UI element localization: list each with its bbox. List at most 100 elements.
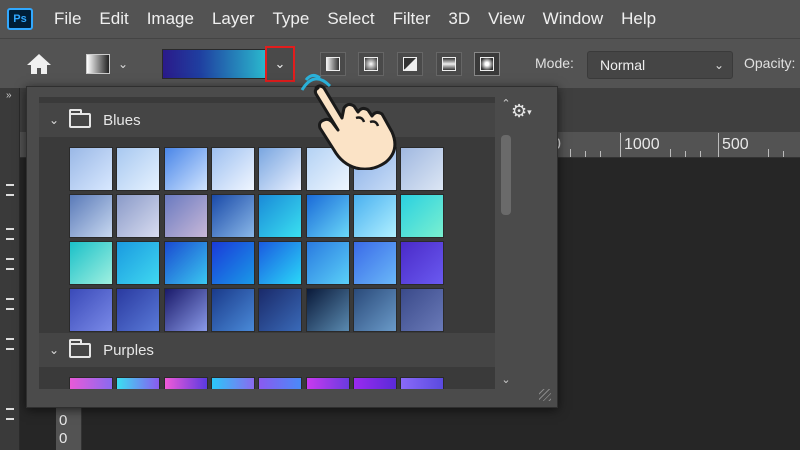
folder-icon xyxy=(69,338,92,358)
app-logo: Ps xyxy=(7,8,33,30)
chevron-down-icon: ⌄ xyxy=(713,58,724,72)
gradient-swatch[interactable] xyxy=(352,377,397,389)
gear-icon[interactable]: ⚙▾ xyxy=(511,101,539,121)
gradient-swatch[interactable] xyxy=(210,194,255,238)
gradient-swatch[interactable] xyxy=(69,194,113,238)
gradient-swatch[interactable] xyxy=(210,377,255,389)
ruler-label: 0 xyxy=(59,412,68,429)
gradient-swatch[interactable] xyxy=(400,288,445,332)
ruler-tick xyxy=(685,151,686,157)
chevron-down-icon[interactable]: ⌄ xyxy=(49,343,59,357)
gradient-picker-dropdown-button[interactable]: ⌄ xyxy=(265,46,295,82)
tool-preset-picker[interactable]: ⌄ xyxy=(86,51,144,77)
tool-icon[interactable] xyxy=(6,408,14,420)
gradient-swatch[interactable] xyxy=(210,288,255,332)
diamond-gradient-button[interactable] xyxy=(474,52,500,76)
menu-select[interactable]: Select xyxy=(318,0,383,38)
gradient-swatch[interactable] xyxy=(163,288,208,332)
gradient-swatch[interactable] xyxy=(258,241,303,285)
chevron-down-icon[interactable]: ⌄ xyxy=(49,113,59,127)
reflected-gradient-icon xyxy=(442,57,456,71)
gradient-swatch[interactable] xyxy=(400,194,445,238)
gradient-swatch[interactable] xyxy=(116,288,161,332)
gradient-swatch[interactable] xyxy=(352,241,397,285)
tool-icon[interactable] xyxy=(6,228,14,240)
radial-gradient-icon xyxy=(364,57,378,71)
ruler-tick xyxy=(718,133,719,157)
gradient-swatch[interactable] xyxy=(258,377,303,389)
gradient-swatch[interactable] xyxy=(69,147,113,191)
menu-file[interactable]: File xyxy=(45,0,90,38)
menu-filter[interactable]: Filter xyxy=(384,0,440,38)
chevron-down-icon: ⌄ xyxy=(274,56,286,71)
resize-grip[interactable] xyxy=(539,389,551,401)
gradient-swatch[interactable] xyxy=(210,147,255,191)
menu-3d[interactable]: 3D xyxy=(439,0,479,38)
angle-gradient-icon xyxy=(403,57,417,71)
ruler-label: 0 xyxy=(59,430,68,447)
gradient-swatch[interactable] xyxy=(400,241,445,285)
scroll-thumb[interactable] xyxy=(501,135,511,215)
ruler-tick xyxy=(570,149,571,157)
tool-icon[interactable] xyxy=(6,298,14,310)
gradient-swatch[interactable] xyxy=(116,377,161,389)
menu-window[interactable]: Window xyxy=(534,0,612,38)
gradient-swatch[interactable] xyxy=(163,147,208,191)
menu-edit[interactable]: Edit xyxy=(90,0,137,38)
tool-icon[interactable] xyxy=(6,258,14,270)
folder-row-purples[interactable]: ⌄ Purples xyxy=(39,333,495,367)
mode-select[interactable]: Normal ⌄ xyxy=(587,51,733,79)
gradient-swatch[interactable] xyxy=(163,241,208,285)
folder-row-blues[interactable]: ⌄ Blues xyxy=(39,103,495,137)
gradient-swatch[interactable] xyxy=(400,377,445,389)
gradient-swatch[interactable] xyxy=(163,194,208,238)
ruler-tick xyxy=(670,149,671,157)
gradient-swatch[interactable] xyxy=(305,377,350,389)
reflected-gradient-button[interactable] xyxy=(436,52,462,76)
home-icon xyxy=(27,54,51,74)
menu-bar: Ps File Edit Image Layer Type Select Fil… xyxy=(0,0,800,38)
gradient-swatch[interactable] xyxy=(163,377,208,389)
photoshop-window: Ps File Edit Image Layer Type Select Fil… xyxy=(0,0,800,450)
ruler-tick xyxy=(700,151,701,157)
ruler-tick xyxy=(600,151,601,157)
mode-value: Normal xyxy=(600,57,646,73)
gradient-swatch[interactable] xyxy=(116,241,161,285)
gradient-swatch[interactable] xyxy=(352,288,397,332)
home-button[interactable] xyxy=(24,51,54,77)
tool-icon[interactable] xyxy=(6,184,14,196)
ruler-label: 500 xyxy=(722,136,749,153)
linear-gradient-icon xyxy=(326,57,340,71)
gradient-swatch[interactable] xyxy=(210,241,255,285)
gradient-swatch[interactable] xyxy=(258,194,303,238)
chevron-down-icon[interactable]: ⌄ xyxy=(499,373,513,387)
gradient-swatch[interactable] xyxy=(305,241,350,285)
diamond-gradient-icon xyxy=(480,57,494,71)
gradient-swatch[interactable] xyxy=(305,288,350,332)
menu-image[interactable]: Image xyxy=(138,0,203,38)
gradient-swatch[interactable] xyxy=(116,147,161,191)
scrollbar[interactable]: ⌃ ⌄ xyxy=(499,97,513,389)
gradient-swatch[interactable] xyxy=(69,288,113,332)
gradient-swatch[interactable] xyxy=(69,377,113,389)
menu-type[interactable]: Type xyxy=(263,0,318,38)
tool-icon[interactable] xyxy=(6,338,14,350)
gradient-preset-list: ⌄ Blues ⌄ Purples xyxy=(39,97,495,389)
menu-help[interactable]: Help xyxy=(612,0,665,38)
menu-view[interactable]: View xyxy=(479,0,534,38)
collapse-panel-icon[interactable]: » xyxy=(6,90,12,101)
ruler-label: 1000 xyxy=(624,136,660,153)
chevron-down-icon: ⌄ xyxy=(118,57,129,71)
menu-layer[interactable]: Layer xyxy=(203,0,264,38)
tool-preset-icon xyxy=(86,54,110,74)
gradient-swatch[interactable] xyxy=(69,241,113,285)
ruler-tick xyxy=(585,151,586,157)
gradient-preview[interactable] xyxy=(162,49,270,79)
gradient-swatch[interactable] xyxy=(258,147,303,191)
gradient-swatch[interactable] xyxy=(352,194,397,238)
gradient-swatch[interactable] xyxy=(258,288,303,332)
folder-name: Purples xyxy=(103,341,154,359)
gradient-swatch[interactable] xyxy=(116,194,161,238)
hand-cursor-icon xyxy=(300,73,397,170)
gradient-swatch[interactable] xyxy=(305,194,350,238)
